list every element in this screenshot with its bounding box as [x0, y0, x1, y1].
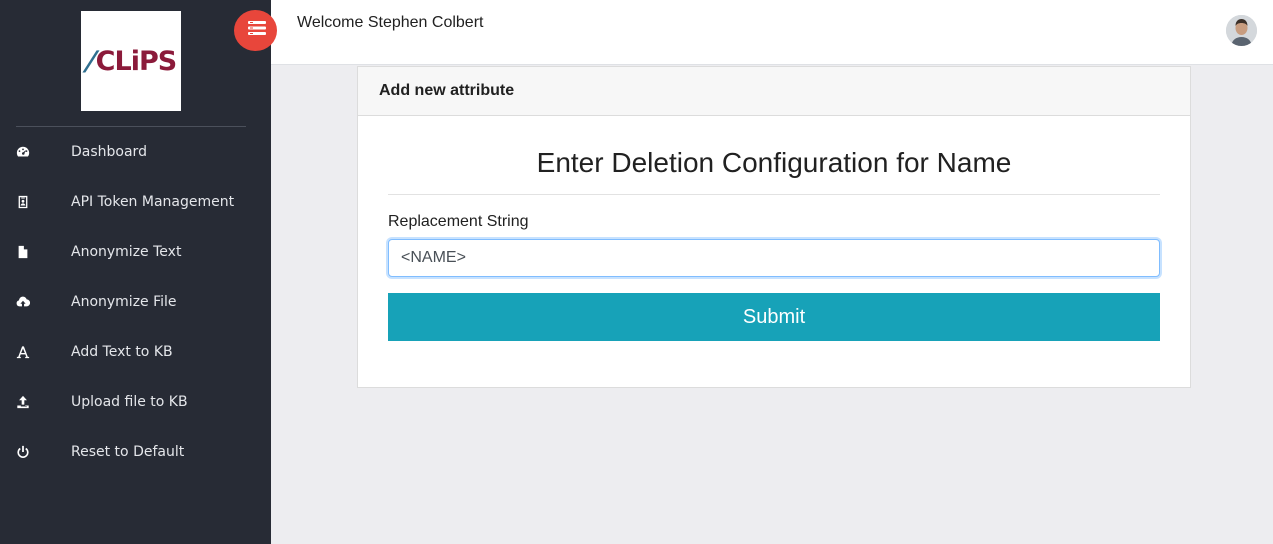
sidebar-item-api-token-management[interactable]: API Token Management	[0, 177, 271, 227]
power-icon	[16, 445, 30, 459]
sidebar-item-label: API Token Management	[71, 194, 235, 210]
sidebar-item-upload-file-to-kb[interactable]: Upload file to KB	[0, 377, 271, 427]
sidebar-item-label: Dashboard	[71, 144, 147, 160]
form-heading: Enter Deletion Configuration for Name	[536, 147, 1012, 178]
replacement-string-input[interactable]	[388, 239, 1160, 277]
cloud-upload-icon	[16, 295, 30, 309]
add-attribute-card: Add new attribute Enter Deletion Configu…	[357, 66, 1191, 388]
sidebar-item-label: Upload file to KB	[71, 394, 188, 410]
id-badge-icon	[16, 195, 30, 209]
sidebar: /CLiPS Dashboard API Token Management An…	[0, 0, 271, 544]
font-icon	[16, 345, 30, 359]
sidebar-item-add-text-to-kb[interactable]: Add Text to KB	[0, 327, 271, 377]
user-avatar-icon	[1226, 15, 1257, 46]
welcome-message: Welcome Stephen Colbert	[297, 14, 484, 31]
clips-logo: /CLiPS	[81, 11, 181, 111]
sidebar-item-anonymize-text[interactable]: Anonymize Text	[0, 227, 271, 277]
logo-text: CLiPS	[95, 45, 178, 77]
sidebar-item-label: Anonymize Text	[71, 244, 182, 260]
dashboard-icon	[16, 145, 30, 159]
card-header: Add new attribute	[358, 67, 1190, 116]
sidebar-item-reset-to-default[interactable]: Reset to Default	[0, 427, 271, 477]
sidebar-item-label: Reset to Default	[71, 444, 185, 460]
submit-button[interactable]: Submit	[388, 293, 1160, 341]
upload-icon	[16, 395, 30, 409]
menu-toggle-button[interactable]	[234, 10, 277, 51]
file-text-icon	[16, 245, 30, 259]
user-avatar[interactable]	[1226, 15, 1257, 46]
sidebar-nav: Dashboard API Token Management Anonymize…	[0, 127, 271, 477]
sidebar-item-dashboard[interactable]: Dashboard	[0, 127, 271, 177]
sidebar-item-label: Anonymize File	[71, 294, 177, 310]
sidebar-item-label: Add Text to KB	[71, 344, 173, 360]
sidebar-item-anonymize-file[interactable]: Anonymize File	[0, 277, 271, 327]
card-title: Add new attribute	[379, 82, 515, 99]
menu-toggle-icon	[245, 20, 267, 41]
form-divider	[388, 194, 1160, 195]
top-bar: Welcome Stephen Colbert	[271, 0, 1273, 65]
replacement-string-label: Replacement String	[388, 213, 529, 230]
